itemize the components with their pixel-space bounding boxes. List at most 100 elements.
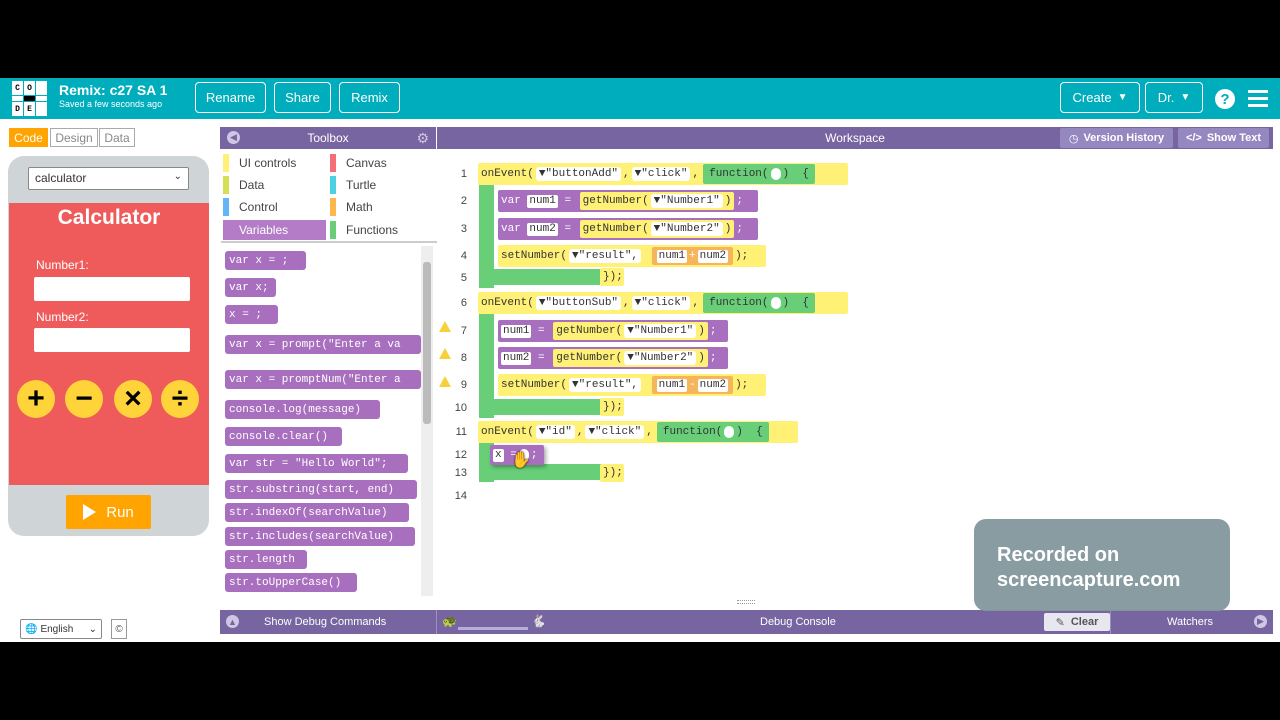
warning-icon[interactable] [439,376,451,387]
event-dropdown[interactable]: ▼ "click" [585,425,645,439]
category-turtle[interactable]: Turtle [330,175,433,195]
language-select[interactable]: 🌐 English ⌄ [20,619,102,639]
variable-name[interactable]: num1 [501,324,532,338]
var-num1-block[interactable]: var num1 = getNumber(▼ "Number1"); [498,190,758,212]
divide-button[interactable]: ÷ [161,380,199,418]
id-dropdown[interactable]: ▼ "Number1" [650,194,723,208]
variable-name[interactable]: x [493,448,504,462]
assign-num2-block[interactable]: num2 = getNumber(▼ "Number2"); [498,347,728,369]
param-slot[interactable] [770,297,781,309]
toolbox-block-includes[interactable]: str.includes(searchValue) [225,527,415,546]
getnumber-block[interactable]: getNumber(▼ "Number1") [553,322,708,340]
subtract-button[interactable]: − [65,380,103,418]
id-dropdown[interactable]: ▼ "buttonAdd" [535,167,622,181]
variable-name[interactable]: num1 [527,194,558,208]
create-dropdown[interactable]: Create ▼ [1060,82,1140,113]
warning-icon[interactable] [439,321,451,332]
id-dropdown[interactable]: ▼ "buttonSub" [535,296,622,310]
assign-num1-block[interactable]: num1 = getNumber(▼ "Number1"); [498,320,728,342]
show-debug-commands[interactable]: Show Debug Commands [264,610,386,634]
version-history-button[interactable]: ◷ Version History [1060,128,1173,148]
getnumber-block[interactable]: getNumber(▼ "Number1") [579,192,735,210]
tab-design[interactable]: Design [50,128,98,147]
var-num2-block[interactable]: var num2 = getNumber(▼ "Number2"); [498,218,758,240]
category-math[interactable]: Math [330,197,433,217]
toolbox-block-console-log[interactable]: console.log(message) [225,400,380,419]
event-dropdown[interactable]: ▼ "click" [631,296,691,310]
scrollbar-thumb[interactable] [423,262,431,424]
toolbox-block-indexof[interactable]: str.indexOf(searchValue) [225,503,409,522]
warning-icon[interactable] [439,348,451,359]
run-button[interactable]: Run [66,495,151,529]
tab-code[interactable]: Code [9,128,48,147]
id-dropdown[interactable]: ▼ "id" [535,425,575,439]
tab-data[interactable]: Data [99,128,135,147]
toolbox-block-touppercase[interactable]: str.toUpperCase() [225,573,357,592]
category-ui-controls[interactable]: UI controls [223,153,326,173]
gear-icon[interactable]: ⚙ [416,130,429,147]
id-dropdown[interactable]: ▼ "Number2" [650,222,723,236]
onevent-block-buttonadd[interactable]: onEvent( ▼ "buttonAdd", ▼ "click", functio… [478,163,848,185]
toolbox-block-length[interactable]: str.length [225,550,307,569]
param-slot[interactable] [770,168,781,180]
add-operator-block[interactable]: num1 + num2 [651,247,734,265]
watchers-label[interactable]: Watchers [1167,610,1213,634]
share-button[interactable]: Share [274,82,331,113]
getnumber-block[interactable]: getNumber(▼ "Number2") [579,220,735,238]
copyright-button[interactable]: © [111,619,127,639]
add-button[interactable]: + [17,380,55,418]
onevent-block-id[interactable]: onEvent( ▼ "id", ▼ "click", function() { [478,421,798,443]
variable-name[interactable]: num1 [656,378,688,392]
onevent-block-buttonsub[interactable]: onEvent( ▼ "buttonSub", ▼ "click", functio… [478,292,848,314]
function-block[interactable]: function() { [656,422,769,442]
user-dropdown[interactable]: Dr. ▼ [1145,82,1203,113]
param-slot[interactable] [724,426,735,438]
toolbox-block-var-declare[interactable]: var x; [225,278,276,297]
subtract-operator-block[interactable]: num1- num2 [651,376,734,394]
id-dropdown[interactable]: ▼ "result", [569,249,642,263]
clear-button[interactable]: ✎ Clear [1044,613,1110,631]
rename-button[interactable]: Rename [195,82,266,113]
setnumber-sub-block[interactable]: setNumber(▼ "result", num1- num2); [498,374,766,396]
number1-input[interactable] [34,277,190,301]
code-org-logo[interactable]: C O D E [12,81,47,116]
variable-name[interactable]: num2 [501,351,532,365]
setnumber-add-block[interactable]: setNumber(▼ "result", num1 + num2); [498,245,766,267]
function-block[interactable]: function() { [703,164,815,184]
multiply-button[interactable]: × [114,380,152,418]
variable-name[interactable]: num1 [656,249,688,263]
category-canvas[interactable]: Canvas [330,153,433,173]
screen-select[interactable]: calculator ⌄ [28,167,189,190]
toolbox-block-string-var[interactable]: var str = "Hello World"; [225,454,408,473]
getnumber-block[interactable]: getNumber(▼ "Number2") [553,349,708,367]
variable-name[interactable]: num2 [527,222,558,236]
id-dropdown[interactable]: ▼ "Number1" [624,324,697,338]
toolbox-block-prompt-num[interactable]: var x = promptNum("Enter a [225,370,421,389]
expand-right-icon[interactable]: ▶ [1254,615,1267,628]
toolbox-block-var-declare-assign[interactable]: var x = ; [225,251,306,270]
id-dropdown[interactable]: ▼ "Number2" [624,351,697,365]
variable-name[interactable]: num2 [697,249,729,263]
function-block[interactable]: function() { [703,293,815,313]
toolbox-scrollbar[interactable] [421,246,433,596]
collapse-left-icon[interactable]: ◀ [227,131,240,144]
variable-name[interactable]: num2 [697,378,729,392]
category-data[interactable]: Data [223,175,326,195]
number2-input[interactable] [34,328,190,352]
remix-button[interactable]: Remix [339,82,400,113]
expand-up-icon[interactable]: ▲ [226,615,239,628]
category-control[interactable]: Control [223,197,326,217]
toolbox-block-assign[interactable]: x = ; [225,305,278,324]
resize-handle[interactable] [737,600,755,604]
id-dropdown[interactable]: ▼ "result", [569,378,642,392]
show-text-button[interactable]: </> Show Text [1178,128,1269,148]
event-dropdown[interactable]: ▼ "click" [631,167,691,181]
menu-icon[interactable] [1248,90,1268,107]
help-icon[interactable]: ? [1215,89,1235,109]
toolbox-block-console-clear[interactable]: console.clear() [225,427,342,446]
speed-slider[interactable] [458,627,528,630]
toolbox-block-substring[interactable]: str.substring(start, end) [225,480,417,499]
category-variables[interactable]: Variables [223,220,326,240]
category-functions[interactable]: Functions [330,220,433,240]
toolbox-block-prompt[interactable]: var x = prompt("Enter a va [225,335,421,354]
